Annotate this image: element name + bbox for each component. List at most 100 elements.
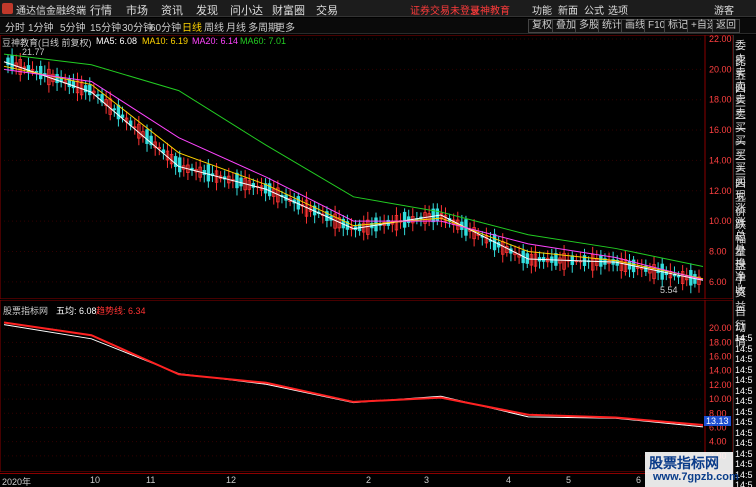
period-tab-15min[interactable]: 15分钟 bbox=[90, 19, 121, 34]
indicator-y-tick-label: 18.00 bbox=[709, 337, 732, 347]
period-tab-1min[interactable]: 1分钟 bbox=[28, 19, 54, 34]
tick-time: 14:5 bbox=[735, 354, 753, 364]
indicator-chart[interactable]: 20.00 18.00 16.00 14.00 12.00 10.00 8.00 6.00 4.… bbox=[0, 299, 734, 473]
indicator-y-tick-label: 12.00 bbox=[709, 380, 732, 390]
period-tab-60min[interactable]: 60分钟 bbox=[150, 19, 181, 34]
x-tick-label: 10 bbox=[90, 475, 101, 485]
y-tick-label: 14.00 bbox=[709, 155, 732, 165]
tick-time: 14:5 bbox=[735, 396, 753, 406]
candle-body bbox=[676, 275, 681, 278]
indicator-y-tick-label: 20.00 bbox=[709, 323, 732, 333]
candle-body bbox=[402, 211, 407, 228]
candle-body bbox=[178, 157, 182, 173]
menu-item-wealth[interactable]: 财富圈 bbox=[272, 2, 305, 18]
candle-body bbox=[55, 74, 59, 84]
menu-item-quotes[interactable]: 行情 bbox=[90, 2, 112, 18]
x-tick-label: 2020年 bbox=[2, 477, 32, 487]
y-tick-label: 18.00 bbox=[709, 95, 732, 105]
candle-body bbox=[120, 114, 125, 118]
main-chart[interactable]: 22.00 20.00 18.00 16.00 14.00 12.00 10.00 8.00 6… bbox=[0, 34, 734, 300]
guest-user[interactable]: 游客 bbox=[714, 2, 734, 17]
ma10-legend: MA10: 6.19 bbox=[142, 36, 189, 46]
tick-time: 14:5 bbox=[735, 333, 753, 343]
brand-link[interactable]: 豆神教育 bbox=[470, 2, 510, 17]
indicator-name: 股票指标网 bbox=[3, 306, 49, 316]
y-tick-label: 6.00 bbox=[709, 277, 727, 287]
x-tick-label: 6 bbox=[636, 475, 642, 485]
tick-time: 14:5 bbox=[735, 417, 753, 427]
x-tick-label: 11 bbox=[146, 475, 156, 485]
x-tick-label: 5 bbox=[566, 475, 572, 485]
menu-item-ask[interactable]: 问小达 bbox=[230, 2, 263, 18]
price-chart-svg[interactable]: 22.00 20.00 18.00 16.00 14.00 12.00 10.00 8.00 6… bbox=[0, 34, 734, 300]
indicator-chart-svg[interactable]: 20.0018.0016.0014.0012.0010.008.006.004.… bbox=[0, 299, 734, 473]
low-annotation: 5.54 bbox=[660, 285, 678, 295]
new-page-menu[interactable]: 新面 bbox=[558, 2, 578, 17]
menu-item-discover[interactable]: 发现 bbox=[196, 2, 218, 18]
ma5-legend: MA5: 6.08 bbox=[96, 36, 138, 46]
candle-body bbox=[88, 84, 92, 96]
y-tick-label: 12.00 bbox=[709, 186, 732, 196]
indicator-y-tick-label: 14.00 bbox=[709, 366, 732, 376]
period-tab-weekly[interactable]: 周线 bbox=[204, 19, 224, 34]
trend-line bbox=[3, 321, 704, 427]
period-tab-30min[interactable]: 30分钟 bbox=[122, 19, 153, 34]
stock-label: 豆神教育(日线 前复权) bbox=[2, 38, 92, 48]
menu-item-trade[interactable]: 交易 bbox=[316, 2, 338, 18]
y-tick-label: 16.00 bbox=[709, 125, 732, 135]
x-tick-label: 12 bbox=[226, 475, 237, 485]
back-button[interactable]: 返回 bbox=[712, 19, 740, 33]
x-tick-label: 3 bbox=[424, 475, 430, 485]
indicator-y-tick-label: 4.00 bbox=[709, 437, 727, 447]
candle-body bbox=[239, 177, 243, 187]
menu-item-market[interactable]: 市场 bbox=[126, 2, 148, 18]
watermark-title: 股票指标网 bbox=[649, 455, 719, 471]
candle-body bbox=[96, 94, 100, 97]
candle-body bbox=[554, 253, 558, 266]
candle-body bbox=[112, 108, 117, 111]
period-tab-intraday[interactable]: 分时 bbox=[5, 19, 25, 34]
watermark-url: www.7gpzb.com bbox=[653, 471, 739, 483]
trend-line-legend: 趋势线: 6.34 bbox=[96, 306, 146, 316]
app-name: 通达信金融终端 bbox=[16, 6, 86, 17]
ma60-legend: MA60: 7.01 bbox=[240, 36, 287, 46]
candle-body bbox=[145, 129, 149, 144]
ma20-legend: MA20: 6.14 bbox=[192, 36, 239, 46]
high-annotation: 21.77 bbox=[22, 47, 45, 57]
title-bar: 通达信金融终端 行情 市场 资讯 发现 问小达 财富圈 交易 证券交易未登录 豆… bbox=[0, 0, 756, 17]
formula-menu[interactable]: 公式 bbox=[584, 2, 604, 17]
candle-body bbox=[34, 70, 39, 73]
y-tick-label: 20.00 bbox=[709, 64, 732, 74]
y-tick-label: 22.00 bbox=[709, 35, 732, 44]
tick-time: 14:5 bbox=[735, 459, 753, 469]
y-tick-label: 8.00 bbox=[709, 246, 727, 256]
indicator-y-tick-label: 16.00 bbox=[709, 352, 732, 362]
x-tick-label: 4 bbox=[506, 475, 512, 485]
period-tab-daily[interactable]: 日线 bbox=[182, 19, 202, 34]
period-tab-multi[interactable]: 多周期 bbox=[248, 19, 278, 34]
period-tab-5min[interactable]: 5分钟 bbox=[60, 19, 86, 34]
candle-body bbox=[116, 104, 121, 120]
tick-time: 14:5 bbox=[735, 375, 753, 385]
x-axis: 2020年 10 11 12 2 3 4 5 6 bbox=[0, 473, 733, 487]
app-logo-icon bbox=[2, 3, 13, 14]
x-tick-label: 2 bbox=[366, 475, 372, 485]
five-avg-line bbox=[3, 324, 704, 428]
indicator-y-tick-label: 10.00 bbox=[709, 394, 732, 404]
candle-body bbox=[235, 172, 239, 189]
options-menu[interactable]: 选项 bbox=[608, 2, 628, 17]
candle-body bbox=[374, 217, 378, 232]
period-tab-more[interactable]: 更多 bbox=[275, 19, 295, 34]
tick-time: 14:5 bbox=[735, 343, 753, 354]
quote-side-panel: 委比 卖五 卖四 卖三 卖二 卖一 买一 买二 买三 买四 买五 现价 涨跌 涨幅 总量 外盘 换手 净资 收益 自动… bbox=[733, 35, 756, 487]
tick-time: 14:5 bbox=[735, 438, 753, 448]
ma-line-ma10 bbox=[3, 65, 704, 280]
tick-time: 14:5 bbox=[735, 406, 753, 417]
y-tick-label: 10.00 bbox=[709, 216, 732, 226]
candle-body bbox=[10, 55, 14, 70]
candle-body bbox=[296, 196, 301, 210]
period-tab-monthly[interactable]: 月线 bbox=[226, 19, 246, 34]
tick-time: 14:5 bbox=[735, 364, 753, 375]
function-menu[interactable]: 功能 bbox=[532, 2, 552, 17]
menu-item-news[interactable]: 资讯 bbox=[161, 2, 183, 18]
